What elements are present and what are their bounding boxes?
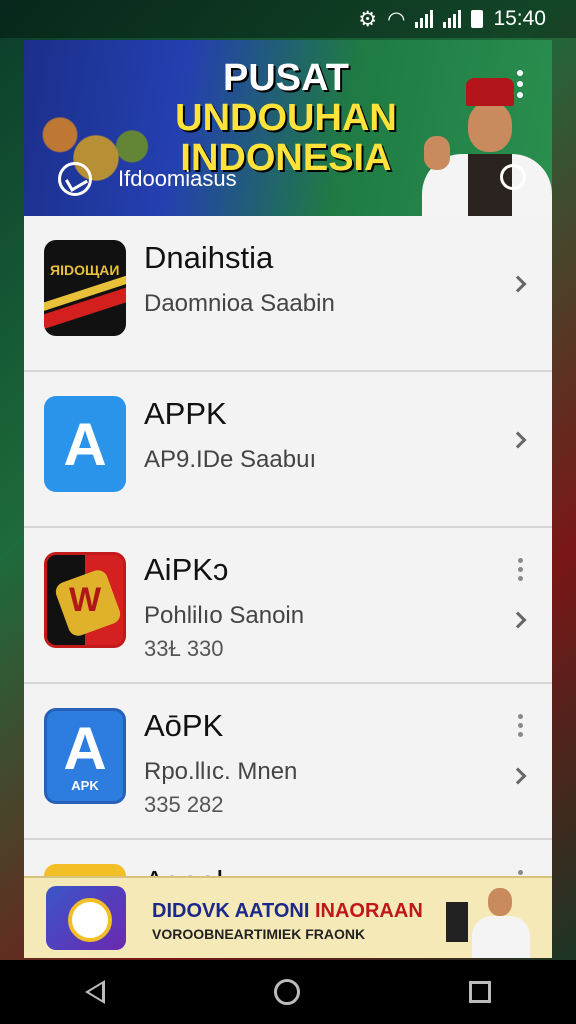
header-subtitle: Ifdoomiasus bbox=[118, 166, 237, 191]
overflow-menu-icon[interactable] bbox=[516, 70, 524, 98]
wifi-icon: ◠ bbox=[387, 7, 406, 31]
app-title: APPK bbox=[144, 396, 227, 431]
banner-app-icon bbox=[46, 886, 126, 950]
app-icon-blue-a-apk: A APK bbox=[44, 708, 126, 804]
settings-icon: ⚙ bbox=[358, 7, 378, 31]
more-options-icon[interactable] bbox=[518, 714, 524, 737]
recent-apps-icon[interactable] bbox=[469, 981, 492, 1003]
app-icon-blue-a: A bbox=[44, 396, 126, 492]
banner-person-image bbox=[432, 882, 542, 958]
status-bar: ⚙ ◠ 15:40 bbox=[0, 0, 576, 38]
app-icon-dark-gold: ЯIDOЩАИ bbox=[44, 240, 126, 336]
title-word-2: UNDOUHAN bbox=[175, 97, 397, 139]
signal-icon bbox=[443, 10, 462, 28]
app-price: 335 282 bbox=[144, 792, 224, 817]
list-item[interactable]: ЯIDOЩАИ Dnaihstia Daomnioa Saabin bbox=[24, 216, 552, 372]
system-nav-bar bbox=[0, 960, 576, 1024]
logo-icon bbox=[58, 162, 92, 196]
list-item[interactable]: W AiPKɔ Pohlilıo Sanoin 33Ɫ 330 bbox=[24, 528, 552, 684]
chevron-right-icon[interactable] bbox=[509, 611, 527, 629]
banner-headline: DIDOVK AATONI INAORAAN bbox=[152, 900, 423, 922]
app-subtitle: Daomnioa Saabin bbox=[144, 290, 335, 317]
app-subtitle: Pohlilıo Sanoin bbox=[144, 602, 305, 629]
app-subtitle: AP9.IDe Saabuı bbox=[144, 446, 317, 473]
chevron-right-icon[interactable] bbox=[509, 431, 527, 449]
app-header: PUSAT UNDOUHAN INDONESIA Ifdoomiasus bbox=[24, 40, 552, 216]
app-title: AiPKɔ bbox=[144, 552, 229, 587]
ad-banner[interactable]: DIDOVK AATONI INAORAAN VOROOBNEARTIMIEK … bbox=[24, 876, 552, 958]
status-time: 15:40 bbox=[493, 7, 546, 30]
app-title: AōPK bbox=[144, 708, 224, 743]
app-subtitle: Rpo.llıc. Mnen bbox=[144, 758, 298, 785]
list-item[interactable]: A APPK AP9.IDe Saabuı bbox=[24, 372, 552, 528]
app-icon-red-gold: W bbox=[44, 552, 126, 648]
app-price: 33Ɫ 330 bbox=[144, 636, 224, 661]
title-word-1: PUSAT bbox=[223, 57, 349, 99]
search-icon[interactable] bbox=[500, 164, 526, 190]
more-options-icon[interactable] bbox=[518, 558, 524, 581]
app-window: PUSAT UNDOUHAN INDONESIA Ifdoomiasus ЯID… bbox=[24, 40, 552, 958]
battery-icon bbox=[471, 10, 484, 28]
list-item[interactable]: A APK AōPK Rpo.llıc. Mnen 335 282 bbox=[24, 684, 552, 840]
home-icon[interactable] bbox=[273, 979, 300, 1005]
chevron-right-icon[interactable] bbox=[509, 767, 527, 785]
app-list: ЯIDOЩАИ Dnaihstia Daomnioa Saabin A APPK… bbox=[24, 216, 552, 958]
back-icon[interactable] bbox=[84, 980, 105, 1004]
chevron-right-icon[interactable] bbox=[509, 275, 527, 293]
signal-icon bbox=[415, 10, 434, 28]
banner-subline: VOROOBNEARTIMIEK FRAONK bbox=[152, 926, 366, 942]
app-title: Dnaihstia bbox=[144, 240, 274, 275]
header-person-image bbox=[402, 70, 552, 216]
